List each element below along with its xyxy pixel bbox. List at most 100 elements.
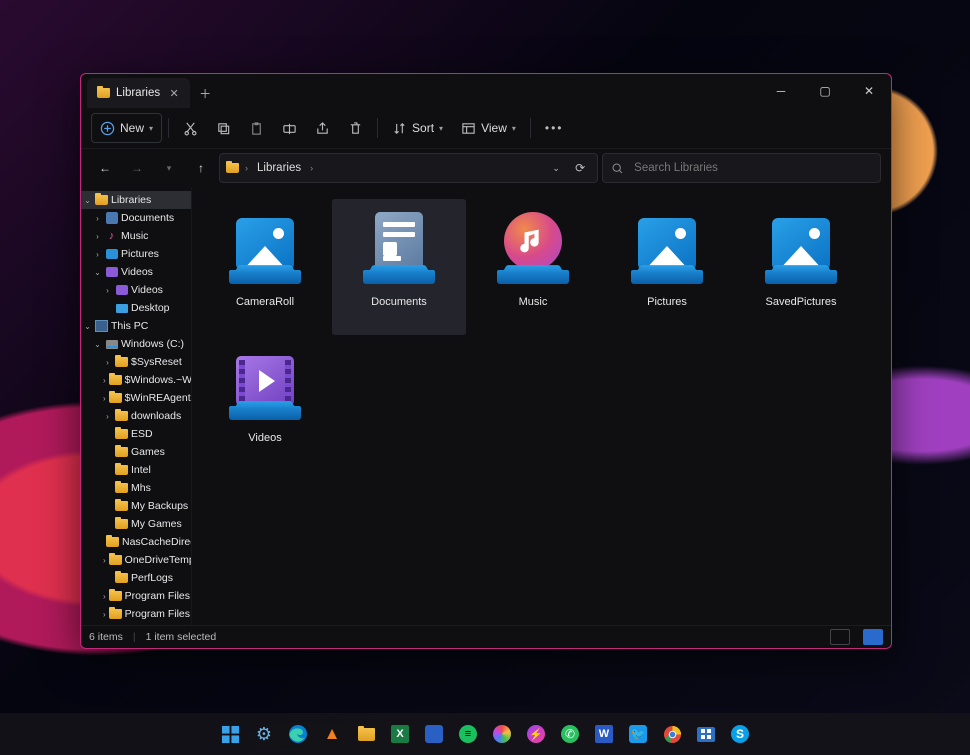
tree-item-esd[interactable]: ESD (81, 425, 191, 443)
more-button[interactable]: ••• (537, 114, 572, 142)
view-button[interactable]: View ▾ (453, 114, 524, 142)
tree-item--windows-w[interactable]: ›$Windows.~W (81, 371, 191, 389)
taskbar-todo-icon[interactable] (419, 719, 449, 749)
tree-item-my-backups[interactable]: My Backups (81, 497, 191, 515)
search-input[interactable] (632, 161, 872, 175)
expand-toggle[interactable]: › (103, 358, 112, 367)
expand-toggle[interactable]: ⌄ (93, 340, 102, 349)
large-icons-view-button[interactable] (863, 629, 883, 645)
expand-toggle[interactable]: › (103, 556, 106, 565)
expand-toggle[interactable]: ⌄ (83, 322, 92, 331)
library-item-videos[interactable]: Videos (198, 335, 332, 471)
minimize-button[interactable]: ─ (759, 74, 803, 108)
taskbar-twitter-icon[interactable]: 🐦 (623, 719, 653, 749)
tree-item-perflogs[interactable]: PerfLogs (81, 569, 191, 587)
item-label: Videos (248, 432, 281, 444)
tree-item-pictures[interactable]: ›Pictures (81, 245, 191, 263)
address-dropdown[interactable]: ⌄ (545, 163, 567, 174)
library-item-pictures[interactable]: Pictures (600, 199, 734, 335)
taskbar-skype-icon[interactable]: S (725, 719, 755, 749)
tree-item-documents[interactable]: ›Documents (81, 209, 191, 227)
expand-toggle[interactable]: › (103, 592, 106, 601)
cut-button[interactable] (175, 114, 206, 142)
forward-button[interactable]: → (123, 154, 151, 182)
expand-toggle[interactable]: › (103, 610, 106, 619)
back-button[interactable]: ← (91, 154, 119, 182)
delete-button[interactable] (340, 114, 371, 142)
titlebar[interactable]: Libraries ✕ ＋ ─ ▢ ✕ (81, 74, 891, 108)
taskbar-store-icon[interactable] (691, 719, 721, 749)
address-bar[interactable]: › Libraries › ⌄ ⟳ (219, 153, 598, 183)
close-window-button[interactable]: ✕ (847, 74, 891, 108)
tree-item--winreagent[interactable]: ›$WinREAgent (81, 389, 191, 407)
tree-item-mhs[interactable]: Mhs (81, 479, 191, 497)
tree-label: This PC (111, 320, 148, 332)
taskbar-chrome-icon[interactable] (657, 719, 687, 749)
expand-toggle[interactable]: › (93, 250, 102, 259)
up-button[interactable]: ↑ (187, 154, 215, 182)
tree-item-videos[interactable]: ›Videos (81, 281, 191, 299)
expand-toggle[interactable]: › (93, 214, 102, 223)
library-doc-icon (359, 205, 439, 290)
taskbar-whatsapp-icon[interactable]: ✆ (555, 719, 585, 749)
taskbar-spotify-icon[interactable]: ≡ (453, 719, 483, 749)
library-item-cameraroll[interactable]: CameraRoll (198, 199, 332, 335)
taskbar-vlc-icon[interactable]: ▲ (317, 719, 347, 749)
search-box[interactable] (602, 153, 881, 183)
taskbar-excel-icon[interactable]: X (385, 719, 415, 749)
expand-toggle[interactable]: › (103, 376, 106, 385)
tree-item-intel[interactable]: Intel (81, 461, 191, 479)
expand-toggle[interactable]: › (93, 232, 102, 241)
paste-button[interactable] (241, 114, 272, 142)
library-item-music[interactable]: Music (466, 199, 600, 335)
tree-item-this-pc[interactable]: ⌄ This PC (81, 317, 191, 335)
copy-button[interactable] (208, 114, 239, 142)
taskbar-edge-icon[interactable] (283, 719, 313, 749)
expand-toggle[interactable]: › (103, 394, 106, 403)
tree-item--sysreset[interactable]: ›$SysReset (81, 353, 191, 371)
library-item-savedpictures[interactable]: SavedPictures (734, 199, 868, 335)
tree-item-downloads[interactable]: ›downloads (81, 407, 191, 425)
new-button[interactable]: New ▾ (91, 113, 162, 143)
taskbar-explorer-icon[interactable] (351, 719, 381, 749)
tree-item-music[interactable]: ›♪Music (81, 227, 191, 245)
tree-item-games[interactable]: Games (81, 443, 191, 461)
taskbar-settings-icon[interactable]: ⚙ (249, 719, 279, 749)
tree-item-videos[interactable]: ⌄Videos (81, 263, 191, 281)
tree-item-my-games[interactable]: My Games (81, 515, 191, 533)
maximize-button[interactable]: ▢ (803, 74, 847, 108)
window-tab[interactable]: Libraries ✕ (87, 78, 190, 108)
taskbar-messenger-icon[interactable]: ⚡ (521, 719, 551, 749)
tree-item-libraries[interactable]: ⌄Libraries (81, 191, 191, 209)
taskbar-copilot-icon[interactable] (487, 719, 517, 749)
taskbar-word-icon[interactable]: W (589, 719, 619, 749)
tree-item-windows-c-[interactable]: ⌄Windows (C:) (81, 335, 191, 353)
sort-button[interactable]: Sort ▾ (384, 114, 451, 142)
content-pane[interactable]: CameraRollDocumentsMusicPicturesSavedPic… (192, 187, 891, 625)
taskbar[interactable]: ⚙ ▲ X ≡ ⚡✆W🐦 S (0, 713, 970, 755)
rename-button[interactable] (274, 114, 305, 142)
taskbar-start-icon[interactable] (215, 719, 245, 749)
refresh-button[interactable]: ⟳ (569, 161, 591, 175)
expand-toggle[interactable]: ⌄ (83, 196, 92, 205)
expand-toggle[interactable]: › (103, 412, 112, 421)
tree-label: ESD (131, 428, 153, 440)
library-item-documents[interactable]: Documents (332, 199, 466, 335)
expand-toggle[interactable]: › (103, 286, 112, 295)
navigation-tree[interactable]: ⌄Libraries›Documents›♪Music›Pictures⌄Vid… (81, 187, 192, 625)
tree-item-program-files-[interactable]: ›Program Files ( (81, 605, 191, 623)
expand-toggle[interactable]: ⌄ (93, 268, 102, 277)
details-view-button[interactable] (830, 629, 850, 645)
recent-dropdown[interactable]: ▾ (155, 154, 183, 182)
tree-item-nascachedirec[interactable]: NasCacheDirec (81, 533, 191, 551)
status-selection: 1 item selected (146, 631, 217, 643)
tab-close-button[interactable]: ✕ (166, 85, 182, 101)
new-tab-button[interactable]: ＋ (190, 78, 220, 108)
tree-item-program-files[interactable]: ›Program Files (81, 587, 191, 605)
share-button[interactable] (307, 114, 338, 142)
tree-item-onedrivetemp[interactable]: ›OneDriveTemp (81, 551, 191, 569)
vids-icon (105, 266, 118, 279)
tree-item-desktop[interactable]: Desktop (81, 299, 191, 317)
pics-icon (105, 248, 118, 261)
breadcrumb-root[interactable]: Libraries (254, 160, 304, 176)
